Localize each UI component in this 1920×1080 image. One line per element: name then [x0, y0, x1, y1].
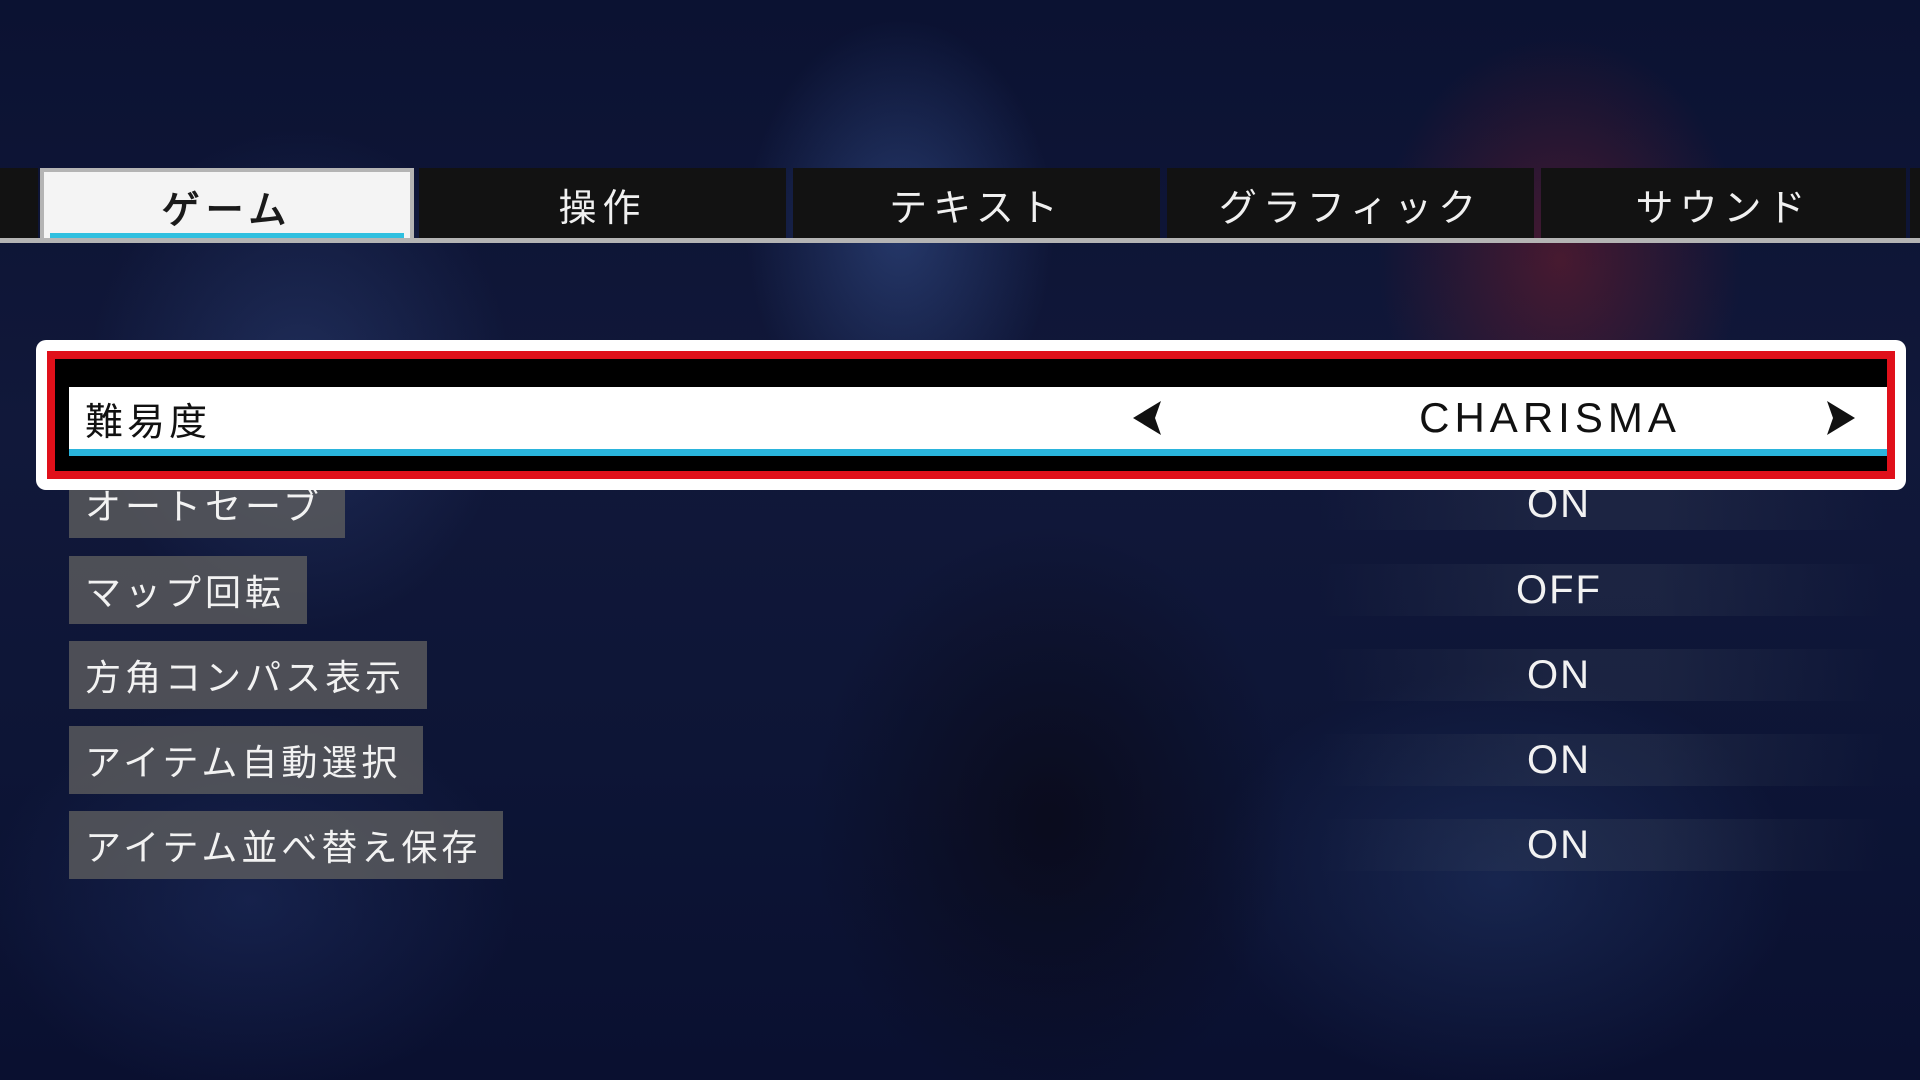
option-label-compass: 方角コンパス表示	[85, 658, 406, 699]
option-row-sort-save[interactable]: アイテム並べ替え保存 ON	[69, 811, 1884, 879]
option-label-auto-select: アイテム自動選択	[85, 743, 402, 784]
chevron-left-icon[interactable]	[1125, 395, 1171, 441]
tab-controls[interactable]: 操作	[419, 168, 786, 240]
selected-row-accent-line	[69, 449, 1887, 456]
option-row-compass[interactable]: 方角コンパス表示 ON	[69, 641, 1884, 709]
option-label-box: アイテム並べ替え保存	[69, 811, 504, 879]
tab-sound[interactable]: サウンド	[1541, 168, 1906, 240]
option-label-map-rotation: マップ回転	[85, 573, 286, 614]
tab-controls-label: 操作	[558, 185, 647, 230]
tab-game[interactable]: ゲーム	[40, 168, 414, 240]
tab-game-label: ゲーム	[161, 187, 293, 232]
option-row-map-rotation[interactable]: マップ回転 OFF	[69, 556, 1884, 624]
option-label-box: アイテム自動選択	[69, 726, 424, 794]
tab-sound-label: サウンド	[1635, 185, 1812, 230]
tab-rail	[0, 238, 1920, 243]
tab-graphics[interactable]: グラフィック	[1167, 168, 1534, 240]
option-row-difficulty[interactable]: 難易度 CHARISMA	[55, 359, 1887, 471]
tab-bar-edge-left	[0, 168, 38, 240]
option-value-auto-select: ON	[1527, 737, 1591, 782]
option-value-difficulty: CHARISMA	[1419, 394, 1681, 441]
tab-text-label: テキスト	[889, 185, 1064, 230]
option-value-compass: ON	[1527, 652, 1591, 697]
option-label-sort-save: アイテム並べ替え保存	[85, 828, 482, 869]
chevron-right-icon[interactable]	[1817, 395, 1863, 441]
tab-graphics-label: グラフィック	[1218, 185, 1483, 230]
tab-bar-edge-right	[1910, 168, 1920, 240]
option-label-box: マップ回転	[69, 556, 308, 624]
option-value-map-rotation: OFF	[1516, 567, 1602, 612]
option-label-difficulty: 難易度	[85, 399, 212, 444]
option-label-box: 方角コンパス表示	[69, 641, 428, 709]
option-value-sort-save: ON	[1527, 822, 1591, 867]
tab-text[interactable]: テキスト	[793, 168, 1160, 240]
option-row-auto-select[interactable]: アイテム自動選択 ON	[69, 726, 1884, 794]
background-art	[0, 0, 1920, 1080]
